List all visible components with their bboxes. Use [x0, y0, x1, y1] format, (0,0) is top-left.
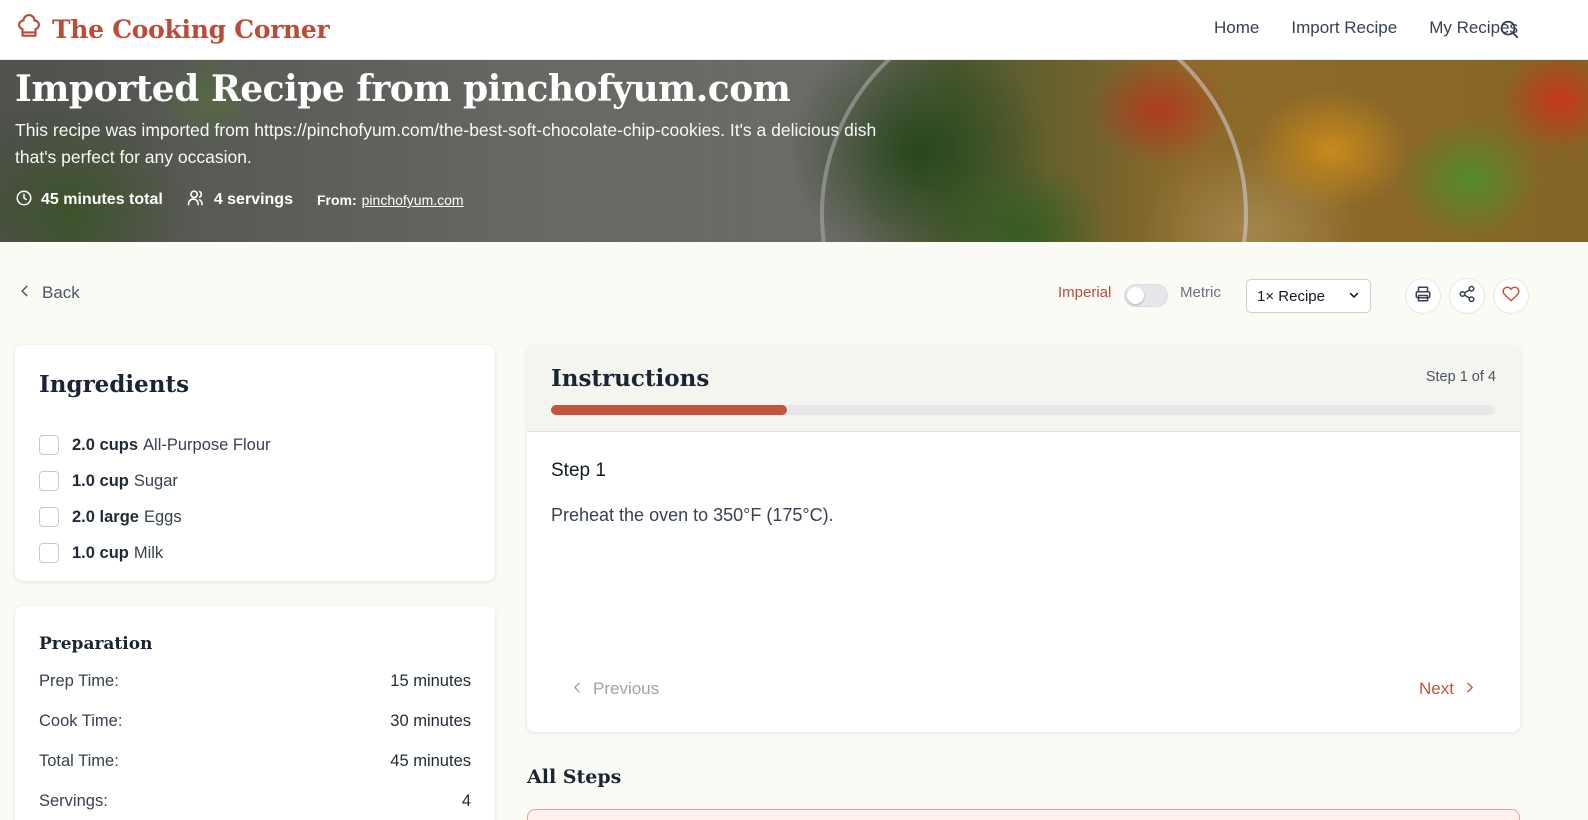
recipe-source: From: pinchofyum.com: [317, 192, 464, 208]
hero-banner: Imported Recipe from pinchofyum.com This…: [0, 60, 1588, 242]
ingredient-name: All-Purpose Flour: [143, 435, 271, 454]
preparation-rows: Prep Time: 15 minutes Cook Time: 30 minu…: [39, 672, 471, 820]
nav-home-link[interactable]: Home: [1214, 18, 1259, 38]
source-label: From:: [316, 192, 357, 208]
ingredient-quantity: 1.0 cup: [72, 471, 129, 490]
unit-imperial-label: Imperial: [1058, 284, 1112, 301]
step-text: Preheat the oven to 350°F (175°C).: [551, 505, 834, 525]
prep-row-value: 45 minutes: [390, 752, 471, 770]
users-icon: [187, 188, 206, 212]
unit-toggle[interactable]: [1124, 284, 1168, 307]
step-counter: Step 1 of 4: [1425, 369, 1496, 385]
ingredients-card: Ingredients 2.0 cups All-Purpose Flour 1…: [15, 345, 495, 581]
ingredient-item[interactable]: 2.0 cups All-Purpose Flour: [39, 427, 271, 463]
prep-row-label: Total Time:: [39, 752, 119, 770]
chevron-down-icon: [1348, 288, 1360, 305]
ingredients-title: Ingredients: [39, 371, 190, 398]
previous-label: Previous: [593, 679, 660, 698]
back-label: Back: [42, 283, 80, 302]
chevron-left-icon: [18, 283, 32, 303]
share-button[interactable]: [1449, 278, 1485, 314]
prep-row-value: 15 minutes: [390, 672, 471, 690]
brand-name: The Cooking Corner: [52, 15, 330, 44]
prep-row-label: Servings:: [39, 792, 108, 810]
prep-row-label: Cook Time:: [39, 712, 123, 730]
ingredient-checkbox[interactable]: [39, 435, 59, 455]
recipe-description: This recipe was imported from https://pi…: [15, 120, 877, 167]
instructions-card: Instructions Step 1 of 4 Step 1 Preheat …: [527, 345, 1520, 732]
print-button[interactable]: [1405, 278, 1441, 314]
preparation-title: Preparation: [39, 634, 153, 654]
recipe-title: Imported Recipe from pinchofyum.com: [15, 68, 791, 110]
total-time: 45 minutes total: [15, 189, 163, 212]
servings: 4 servings: [187, 188, 293, 212]
unit-toggle-knob: [1127, 287, 1144, 304]
instructions-title: Instructions: [551, 365, 710, 392]
ingredient-name: Eggs: [143, 507, 182, 526]
share-icon: [1458, 285, 1476, 308]
cook-time-row: Cook Time: 30 minutes: [39, 712, 471, 752]
ingredient-item[interactable]: 2.0 large Eggs: [39, 499, 271, 535]
chevron-right-icon: [1463, 679, 1476, 699]
recipe-scale-select[interactable]: 1× Recipe: [1246, 279, 1371, 313]
ingredient-name: Sugar: [133, 471, 178, 490]
search-icon[interactable]: [1498, 18, 1520, 45]
instructions-header: Instructions Step 1 of 4: [527, 345, 1520, 432]
previous-step-button[interactable]: Previous: [571, 679, 659, 699]
servings-label: 4 servings: [213, 191, 293, 208]
back-button[interactable]: Back: [18, 283, 80, 303]
printer-icon: [1414, 285, 1432, 308]
top-navbar: The Cooking Corner Home Import Recipe My…: [0, 0, 1588, 60]
brand-logo[interactable]: The Cooking Corner: [16, 14, 330, 45]
recipe-scale-value: 1× Recipe: [1257, 287, 1325, 305]
ingredient-item[interactable]: 1.0 cup Milk: [39, 535, 271, 571]
ingredient-quantity: 1.0 cup: [72, 543, 129, 562]
favorite-button[interactable]: [1493, 278, 1529, 314]
total-time-label: 45 minutes total: [41, 191, 163, 208]
chevron-left-icon: [571, 679, 584, 699]
total-time-row: Total Time: 45 minutes: [39, 752, 471, 792]
ingredient-quantity: 2.0 cups: [72, 435, 139, 454]
prep-time-row: Prep Time: 15 minutes: [39, 672, 471, 712]
chef-hat-icon: [16, 14, 42, 45]
ingredient-item[interactable]: 1.0 cup Sugar: [39, 463, 271, 499]
next-step-button[interactable]: Next: [1419, 679, 1476, 699]
next-label: Next: [1419, 679, 1454, 698]
servings-row: Servings: 4: [39, 792, 471, 820]
step-progress-bar: [551, 405, 1495, 415]
heart-icon: [1502, 285, 1520, 308]
ingredient-name: Milk: [133, 543, 164, 562]
nav-import-recipe-link[interactable]: Import Recipe: [1291, 18, 1397, 38]
step-list-item[interactable]: [527, 809, 1520, 820]
prep-row-value: 30 minutes: [390, 712, 471, 730]
clock-icon: [15, 189, 33, 212]
ingredient-quantity: 2.0 large: [72, 507, 139, 526]
step-title: Step 1: [551, 460, 606, 481]
prep-row-value: 4: [461, 792, 471, 810]
unit-metric-label: Metric: [1180, 284, 1221, 301]
ingredient-checkbox[interactable]: [39, 471, 59, 491]
preparation-card: Preparation Prep Time: 15 minutes Cook T…: [15, 606, 495, 820]
source-link[interactable]: pinchofyum.com: [362, 192, 464, 208]
main-nav: Home Import Recipe My Recipes: [1214, 18, 1518, 38]
ingredients-list: 2.0 cups All-Purpose Flour 1.0 cup Sugar…: [39, 427, 271, 571]
step-progress-fill: [551, 405, 787, 415]
ingredient-checkbox[interactable]: [39, 507, 59, 527]
all-steps-title: All Steps: [527, 766, 622, 788]
prep-row-label: Prep Time:: [39, 672, 119, 690]
recipe-meta: 45 minutes total 4 servings From: pincho…: [15, 188, 464, 212]
ingredient-checkbox[interactable]: [39, 543, 59, 563]
